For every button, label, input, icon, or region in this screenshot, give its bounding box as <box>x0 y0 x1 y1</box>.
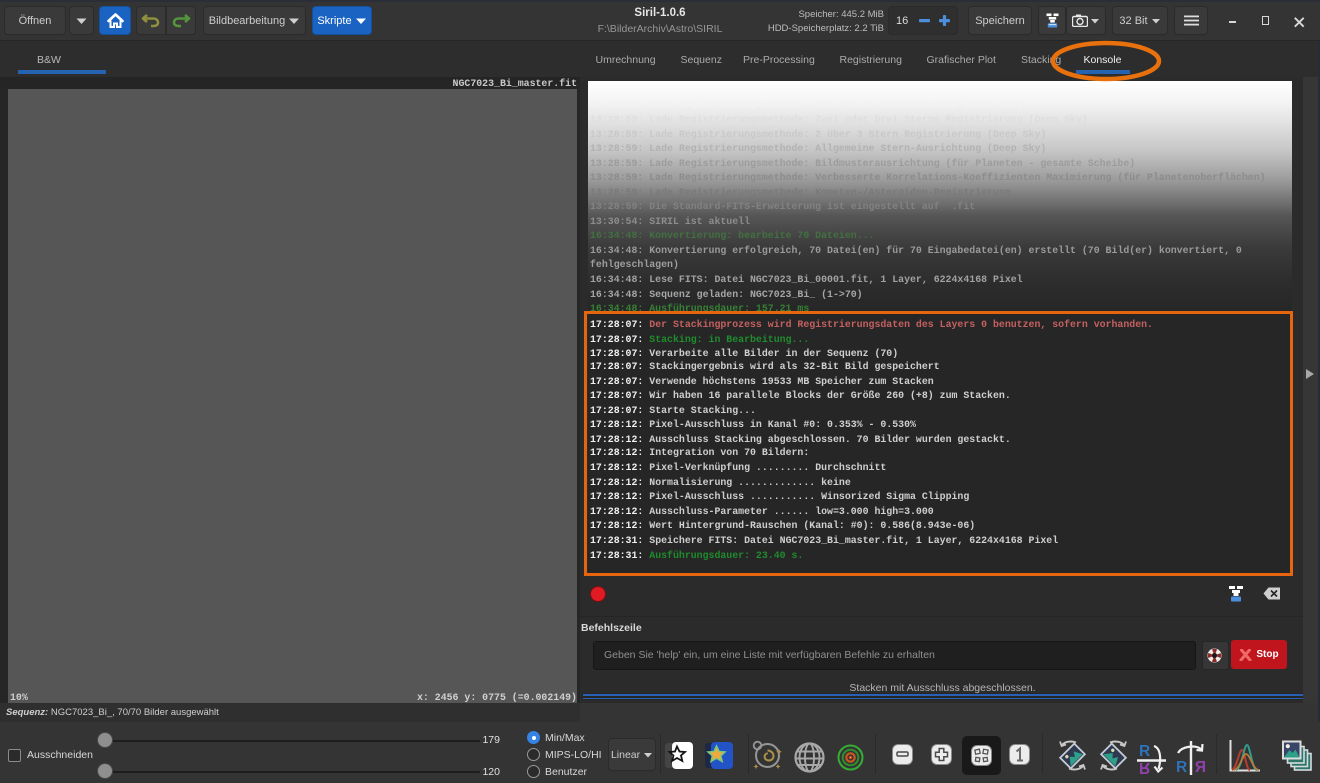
svg-text:R: R <box>1195 759 1206 776</box>
svg-text:R: R <box>1139 743 1150 760</box>
svg-text:R: R <box>1176 759 1187 776</box>
